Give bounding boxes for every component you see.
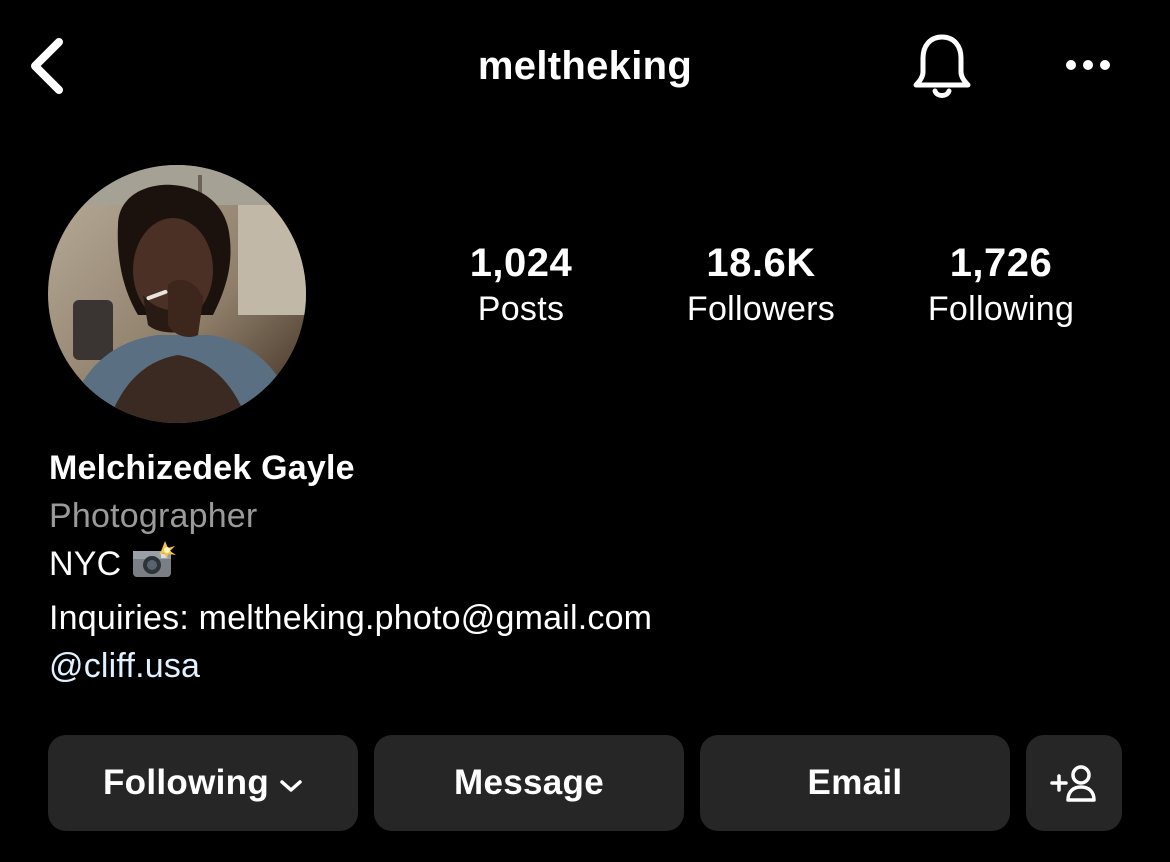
mention-link[interactable]: @cliff.usa: [49, 642, 1129, 690]
followers-count[interactable]: 18.6K Followers: [641, 238, 881, 330]
message-button[interactable]: Message: [374, 735, 684, 831]
add-person-icon: [1050, 765, 1096, 802]
inquiries-text: Inquiries: meltheking.photo@gmail.com: [49, 599, 653, 637]
profile-username: meltheking: [477, 44, 693, 88]
posts-count[interactable]: 1,024 Posts: [401, 238, 641, 330]
suggested-accounts-button[interactable]: [1026, 735, 1122, 831]
back-button[interactable]: [22, 30, 72, 102]
profile-bio: Melchizedek Gayle Photographer NYC Inqui…: [49, 444, 1129, 690]
posts-label: Posts: [477, 290, 565, 328]
chevron-down-icon: [279, 763, 303, 803]
top-nav-bar: meltheking: [0, 0, 1170, 130]
more-options-button[interactable]: [1056, 40, 1120, 90]
profile-avatar[interactable]: [48, 165, 306, 423]
category-label: Photographer: [49, 497, 258, 535]
camera-flash-icon: [129, 541, 177, 594]
followers-label: Followers: [686, 290, 836, 328]
location-text: NYC: [49, 545, 122, 583]
notifications-button[interactable]: [906, 28, 978, 104]
chevron-left-icon: [31, 38, 63, 94]
following-button[interactable]: Following: [48, 735, 358, 831]
followers-value: 18.6K: [706, 241, 816, 285]
display-name: Melchizedek Gayle: [49, 449, 355, 487]
posts-value: 1,024: [469, 241, 573, 285]
bell-icon: [913, 34, 971, 98]
following-button-label: Following: [103, 763, 269, 802]
more-horizontal-icon: [1066, 60, 1110, 70]
email-button[interactable]: Email: [700, 735, 1010, 831]
message-button-label: Message: [454, 763, 604, 802]
following-count[interactable]: 1,726 Following: [881, 238, 1121, 330]
profile-photo: [48, 165, 306, 423]
following-value: 1,726: [949, 241, 1053, 285]
email-button-label: Email: [807, 763, 903, 802]
following-label: Following: [927, 290, 1075, 328]
location-line: NYC: [49, 540, 1129, 594]
